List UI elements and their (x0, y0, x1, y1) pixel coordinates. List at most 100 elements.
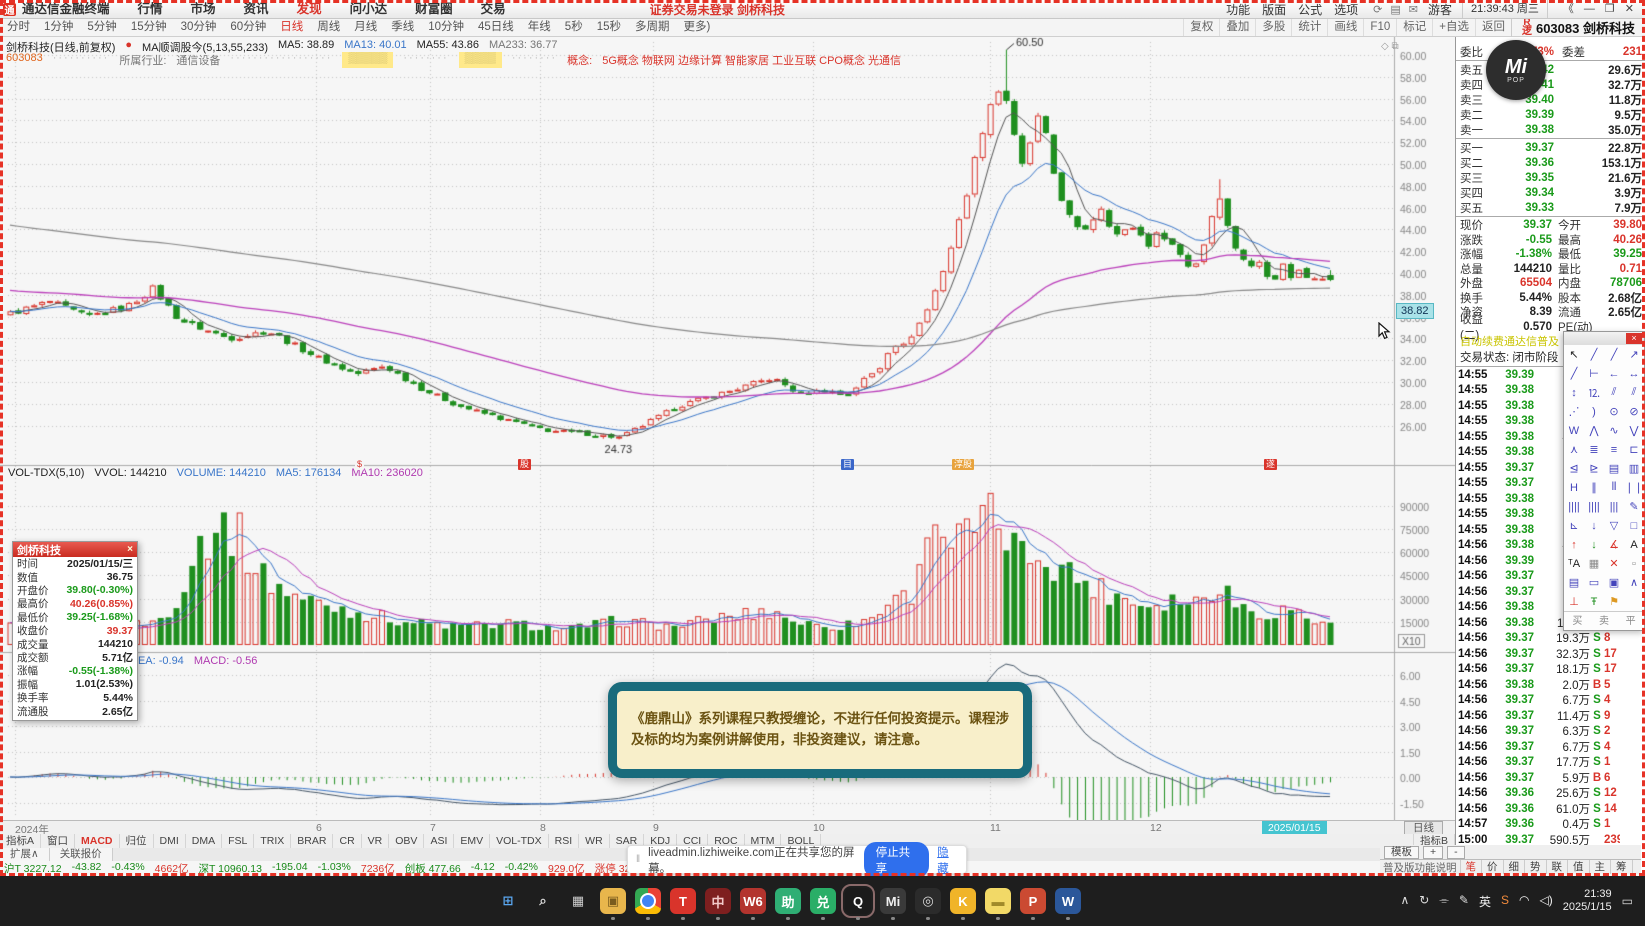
event-marker-icon[interactable]: 遂 (1264, 459, 1278, 470)
period-15分钟[interactable]: 15分钟 (124, 18, 174, 36)
period-1分钟[interactable]: 1分钟 (37, 18, 80, 36)
sidebar-tab-细[interactable]: 细 (1504, 860, 1525, 874)
sidebar-tab-主[interactable]: 主 (1590, 860, 1611, 874)
menu-市场[interactable]: 市场 (177, 0, 230, 18)
tray-ime-lang-icon[interactable]: 英 (1479, 893, 1491, 910)
period-年线[interactable]: 年线 (521, 18, 558, 36)
hide-link[interactable]: 隐藏 (937, 844, 958, 876)
draw-tool-icon-17[interactable]: ⋀ (1584, 421, 1604, 440)
event-marker-icon[interactable]: 淳股 (952, 459, 975, 470)
period-tag[interactable]: 日线 (1404, 821, 1443, 835)
draw-tool-icon-38[interactable]: ▽ (1604, 516, 1624, 535)
indicator-tab-MACD[interactable]: MACD (75, 834, 120, 848)
sidebar-tab-价[interactable]: 价 (1482, 860, 1504, 874)
sidebar-tab-笔[interactable]: 笔 (1461, 860, 1482, 874)
draw-foot-卖[interactable]: 卖 (1599, 612, 1609, 627)
draw-tool-icon-53[interactable]: Ŧ (1584, 592, 1604, 611)
taskbar-mi-app[interactable]: Mi (880, 888, 906, 920)
event-marker-icon[interactable]: 目 (841, 459, 855, 470)
period-多周期[interactable]: 多周期 (628, 18, 677, 36)
titlebar-icon-2[interactable]: ✉ (1409, 3, 1418, 16)
tool-返回[interactable]: 返回 (1474, 18, 1511, 36)
bottom-tab-关联报价[interactable]: 关联报价 (49, 848, 113, 861)
btn-+[interactable]: + (1423, 845, 1444, 859)
period-5分钟[interactable]: 5分钟 (80, 18, 123, 36)
buy-row[interactable]: 买二 39.36 153.1万 (1456, 155, 1645, 170)
draw-tool-icon-46[interactable]: ✕ (1604, 554, 1624, 573)
titlebar-icon-1[interactable]: ▤ (1390, 3, 1400, 16)
draw-tool-icon-18[interactable]: ∿ (1604, 421, 1624, 440)
tool-+自选[interactable]: +自选 (1432, 18, 1475, 36)
event-marker-icon[interactable]: 股 (518, 459, 532, 470)
tray-tray-chevron-icon[interactable]: ∧ (1400, 893, 1409, 910)
draw-foot-平[interactable]: 平 (1626, 612, 1636, 627)
draw-tool-icon-31[interactable]: ❘❘ (1624, 478, 1644, 497)
taskbar-green-app[interactable]: 助 (775, 888, 801, 920)
tool-统计[interactable]: 统计 (1291, 18, 1327, 36)
draw-tool-icon-30[interactable]: ⦀ (1604, 478, 1624, 497)
indicator-tab-DMI[interactable]: DMI (154, 834, 186, 848)
draw-tool-icon-51[interactable]: ∧ (1624, 573, 1644, 592)
close-icon[interactable]: × (1626, 333, 1642, 344)
window-button-1[interactable]: — (1579, 0, 1600, 18)
taskbar-wind[interactable]: W6 (740, 888, 766, 920)
menu-功能[interactable]: 功能 (1221, 1, 1255, 18)
chart-corner-icons[interactable]: ◇ ⧉ (1381, 41, 1399, 52)
draw-tool-icon-13[interactable]: ) (1584, 402, 1604, 421)
draw-tool-icon-45[interactable]: ▦ (1584, 554, 1604, 573)
taskbar-kuaishou[interactable]: K (950, 888, 976, 920)
draw-tool-icon-6[interactable]: ← (1604, 364, 1624, 383)
period-10分钟[interactable]: 10分钟 (421, 18, 471, 36)
indicator-tab-ASI[interactable]: ASI (424, 834, 455, 848)
sidebar-tab-联[interactable]: 联 (1547, 860, 1568, 874)
tray-wifi-icon[interactable]: ◠ (1519, 893, 1529, 910)
buy-row[interactable]: 买三 39.35 21.6万 (1456, 170, 1645, 185)
period-15秒[interactable]: 15秒 (590, 18, 628, 36)
indicator-tab-VR[interactable]: VR (362, 834, 390, 848)
draw-tool-icon-33[interactable]: |||| (1584, 497, 1604, 516)
draw-tool-icon-4[interactable]: ╱ (1564, 364, 1584, 383)
draw-tool-icon-11[interactable]: ⫽ (1624, 383, 1644, 402)
indicator-tab-EMV[interactable]: EMV (454, 834, 491, 848)
draw-tool-icon-39[interactable]: □ (1624, 516, 1644, 535)
sidebar-tab-值[interactable]: 值 (1568, 860, 1590, 874)
draw-tool-icon-26[interactable]: ▤ (1604, 459, 1624, 478)
indicator-tab-CR[interactable]: CR (333, 834, 362, 848)
indicator-tab-FSL[interactable]: FSL (222, 834, 255, 848)
draw-tool-icon-10[interactable]: ⫽ (1604, 383, 1624, 402)
titlebar-icon-0[interactable]: ⟳ (1373, 3, 1382, 16)
draw-tool-icon-23[interactable]: ⊏ (1624, 440, 1644, 459)
menu-行情[interactable]: 行情 (124, 0, 177, 18)
tray-sync-icon[interactable]: ↻ (1419, 893, 1429, 910)
menu-财富圈[interactable]: 财富圈 (401, 0, 467, 18)
tool-标记[interactable]: 标记 (1396, 18, 1432, 36)
tool-F10[interactable]: F10 (1363, 18, 1396, 36)
menu-公式[interactable]: 公式 (1293, 1, 1327, 18)
draw-tool-icon-15[interactable]: ⊘ (1624, 402, 1644, 421)
sell-row[interactable]: 卖三 39.40 11.8万 (1456, 92, 1645, 107)
taskbar-clock[interactable]: 21:39 2025/1/15 (1563, 888, 1612, 914)
draw-tool-icon-16[interactable]: W (1564, 421, 1584, 440)
taskbar-sticky-notes[interactable]: ▬ (985, 888, 1011, 920)
edition-note[interactable]: 普及版功能说明 (1380, 859, 1461, 875)
draw-tool-icon-2[interactable]: ╱ (1604, 345, 1624, 364)
period-60分钟[interactable]: 60分钟 (223, 18, 273, 36)
taskbar-task-view[interactable]: ▦ (565, 888, 591, 914)
draw-foot-买[interactable]: 买 (1572, 612, 1582, 627)
draw-tool-icon-27[interactable]: ▥ (1624, 459, 1644, 478)
period-45日线[interactable]: 45日线 (471, 18, 521, 36)
draw-tool-icon-21[interactable]: ≣ (1584, 440, 1604, 459)
indicator-tab-归位[interactable]: 归位 (120, 834, 154, 848)
sell-row[interactable]: 卖一 39.38 35.0万 (1456, 122, 1645, 137)
draw-tool-icon-28[interactable]: H (1564, 478, 1584, 497)
period-分时[interactable]: 分时 (0, 18, 37, 36)
notification-icon[interactable]: ▭ (1622, 894, 1633, 908)
menu-交易[interactable]: 交易 (467, 0, 520, 18)
period-5秒[interactable]: 5秒 (558, 18, 590, 36)
tool-叠加[interactable]: 叠加 (1219, 18, 1255, 36)
draw-tool-icon-37[interactable]: ↓ (1584, 516, 1604, 535)
draw-tool-icon-29[interactable]: ∥ (1584, 478, 1604, 497)
indicator-tab-TRIX[interactable]: TRIX (254, 834, 292, 848)
tray-sogou-icon[interactable]: S (1501, 893, 1509, 910)
draw-tool-icon-14[interactable]: ⊙ (1604, 402, 1624, 421)
